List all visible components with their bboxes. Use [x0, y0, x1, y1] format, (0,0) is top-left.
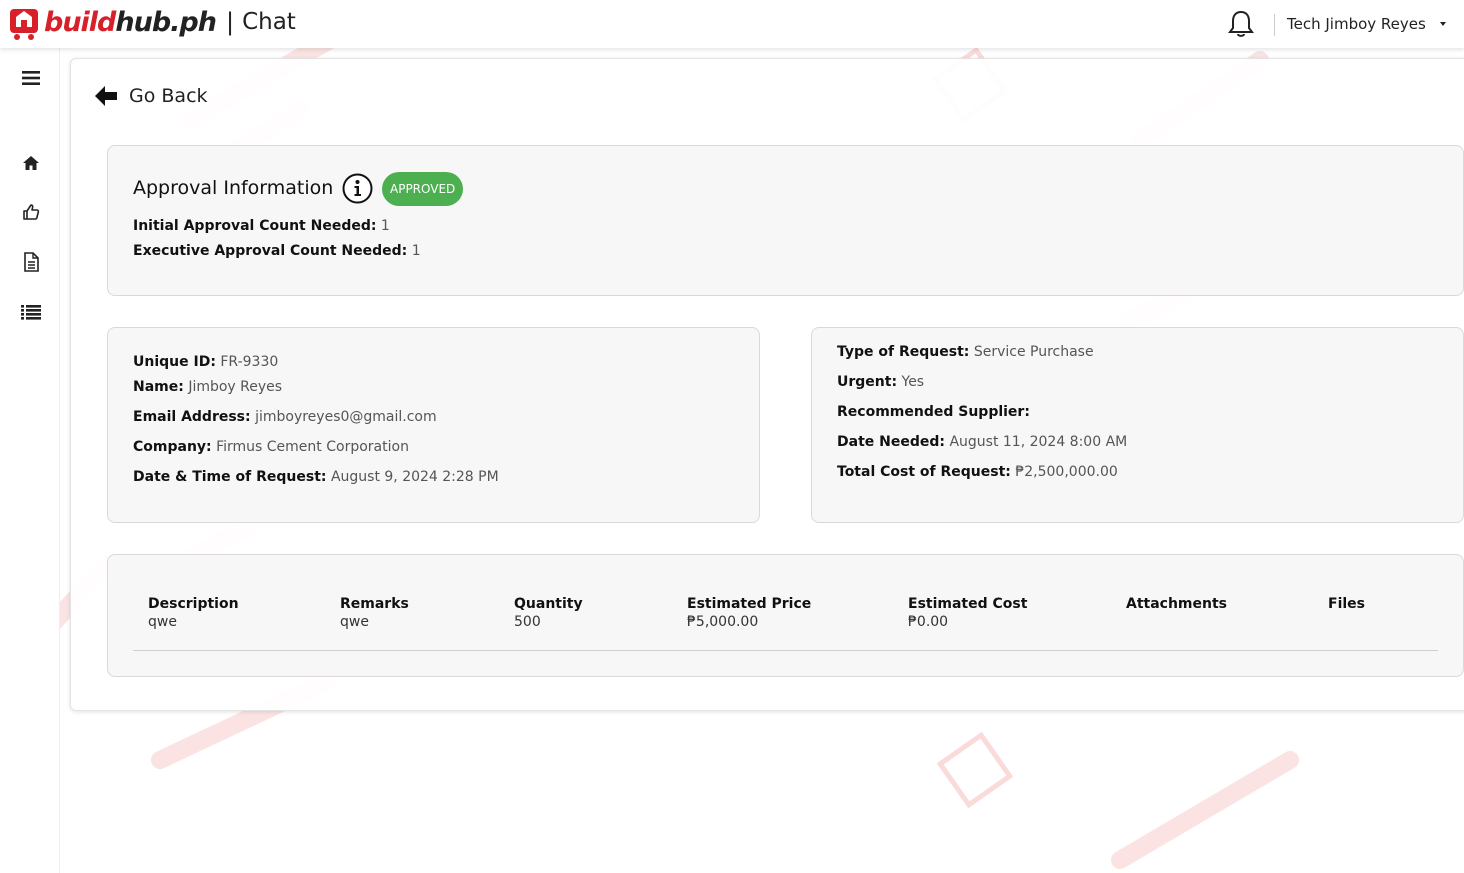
request-type-value: Service Purchase [973, 344, 1094, 360]
company-value: Firmus Cement Corporation [216, 439, 409, 455]
section-title: Chat [242, 9, 296, 35]
urgent-row: Urgent: Yes [837, 374, 924, 390]
unique-id-row: Unique ID: FR-9330 [133, 354, 278, 370]
requester-info-panel: Unique ID: FR-9330 Name: Jimboy Reyes Em… [107, 327, 760, 523]
thumbs-up-icon [23, 204, 40, 220]
quantity-column: Quantity 500 [514, 596, 583, 630]
description-cell: qwe [148, 614, 177, 630]
list-icon [21, 305, 41, 320]
sidebar-item-list[interactable] [18, 299, 44, 325]
column-header: Estimated Price [687, 596, 812, 612]
document-icon [24, 252, 39, 272]
attachments-column: Attachments [1126, 596, 1227, 614]
column-header: Remarks [340, 596, 409, 612]
table-divider [133, 650, 1438, 651]
urgent-label: Urgent: [837, 374, 898, 390]
request-datetime-label: Date & Time of Request: [133, 469, 327, 485]
column-header: Quantity [514, 596, 583, 612]
info-icon[interactable] [342, 173, 373, 204]
remarks-column: Remarks qwe [340, 596, 409, 630]
name-value: Jimboy Reyes [188, 379, 283, 395]
executive-approval-label: Executive Approval Count Needed: [133, 243, 408, 259]
column-header: Description [148, 596, 239, 612]
request-items-panel: Description qwe Remarks qwe Quantity 500… [107, 554, 1464, 677]
request-type-row: Type of Request: Service Purchase [837, 344, 1094, 360]
approval-title: Approval Information [133, 177, 334, 199]
request-datetime-value: August 9, 2024 2:28 PM [330, 469, 499, 485]
estimated-price-column: Estimated Price ₱5,000.00 [687, 596, 811, 630]
arrow-left-icon [95, 86, 117, 106]
sidebar-item-documents[interactable] [18, 249, 44, 275]
column-header: Files [1328, 596, 1365, 612]
total-cost-label: Total Cost of Request: [837, 464, 1011, 480]
request-details-panel: Type of Request: Service Purchase Urgent… [811, 327, 1464, 523]
email-value: jimboyreyes0@gmail.com [255, 409, 437, 425]
total-cost-value: ₱2,500,000.00 [1015, 464, 1118, 480]
company-row: Company: Firmus Cement Corporation [133, 439, 409, 455]
go-back-button[interactable]: Go Back [93, 83, 208, 109]
date-needed-label: Date Needed: [837, 434, 945, 450]
brand-name: buildhub.ph [44, 6, 217, 38]
sidebar [0, 48, 60, 873]
approval-info-panel: Approval Information APPROVED Initial Ap… [107, 145, 1464, 296]
estimated-price-cell: ₱5,000.00 [687, 614, 759, 630]
remarks-cell: qwe [340, 614, 369, 630]
estimated-cost-column: Estimated Cost ₱0.00 [908, 596, 1027, 630]
caret-down-icon[interactable] [1440, 22, 1446, 26]
initial-approval-label: Initial Approval Count Needed: [133, 218, 377, 234]
cart-logo-icon [10, 9, 38, 40]
sidebar-item-home[interactable] [18, 150, 44, 176]
estimated-cost-cell: ₱0.00 [908, 614, 949, 630]
unique-id-label: Unique ID: [133, 354, 216, 370]
name-row: Name: Jimboy Reyes [133, 379, 282, 395]
column-header: Attachments [1126, 596, 1228, 612]
bell-icon[interactable] [1227, 9, 1255, 39]
brand-logo[interactable]: buildhub.ph | Chat [6, 3, 296, 41]
total-cost-row: Total Cost of Request: ₱2,500,000.00 [837, 464, 1118, 480]
status-badge: APPROVED [382, 172, 464, 206]
request-datetime-row: Date & Time of Request: August 9, 2024 2… [133, 469, 499, 485]
initial-approval-row: Initial Approval Count Needed: 1 [133, 218, 390, 234]
sidebar-item-approvals[interactable] [18, 199, 44, 225]
supplier-label: Recommended Supplier: [837, 404, 1030, 420]
user-divider [1274, 14, 1275, 36]
supplier-row: Recommended Supplier: [837, 404, 1030, 420]
name-label: Name: [133, 379, 184, 395]
user-menu[interactable]: Tech Jimboy Reyes [1287, 15, 1426, 33]
hamburger-menu-icon [22, 71, 40, 85]
brand-separator: | [225, 8, 235, 36]
top-header: buildhub.ph | Chat Tech Jimboy Reyes [0, 0, 1464, 48]
executive-approval-row: Executive Approval Count Needed: 1 [133, 243, 421, 259]
email-row: Email Address: jimboyreyes0@gmail.com [133, 409, 437, 425]
files-column: Files [1328, 596, 1365, 614]
go-back-label: Go Back [129, 85, 208, 107]
brand-name-part2: hub.ph [115, 6, 217, 38]
email-label: Email Address: [133, 409, 251, 425]
urgent-value: Yes [901, 374, 925, 390]
column-header: Estimated Cost [908, 596, 1028, 612]
request-details-card: Go Back Approval Information APPROVED In… [70, 58, 1464, 711]
brand-name-part1: build [44, 6, 116, 38]
quantity-cell: 500 [514, 614, 541, 630]
sidebar-menu-toggle[interactable] [18, 65, 44, 91]
unique-id-value: FR-9330 [220, 354, 279, 370]
date-needed-value: August 11, 2024 8:00 AM [949, 434, 1128, 450]
home-icon [23, 156, 39, 170]
company-label: Company: [133, 439, 212, 455]
initial-approval-value: 1 [380, 218, 390, 234]
date-needed-row: Date Needed: August 11, 2024 8:00 AM [837, 434, 1127, 450]
description-column: Description qwe [148, 596, 239, 630]
request-type-label: Type of Request: [837, 344, 970, 360]
executive-approval-value: 1 [411, 243, 421, 259]
